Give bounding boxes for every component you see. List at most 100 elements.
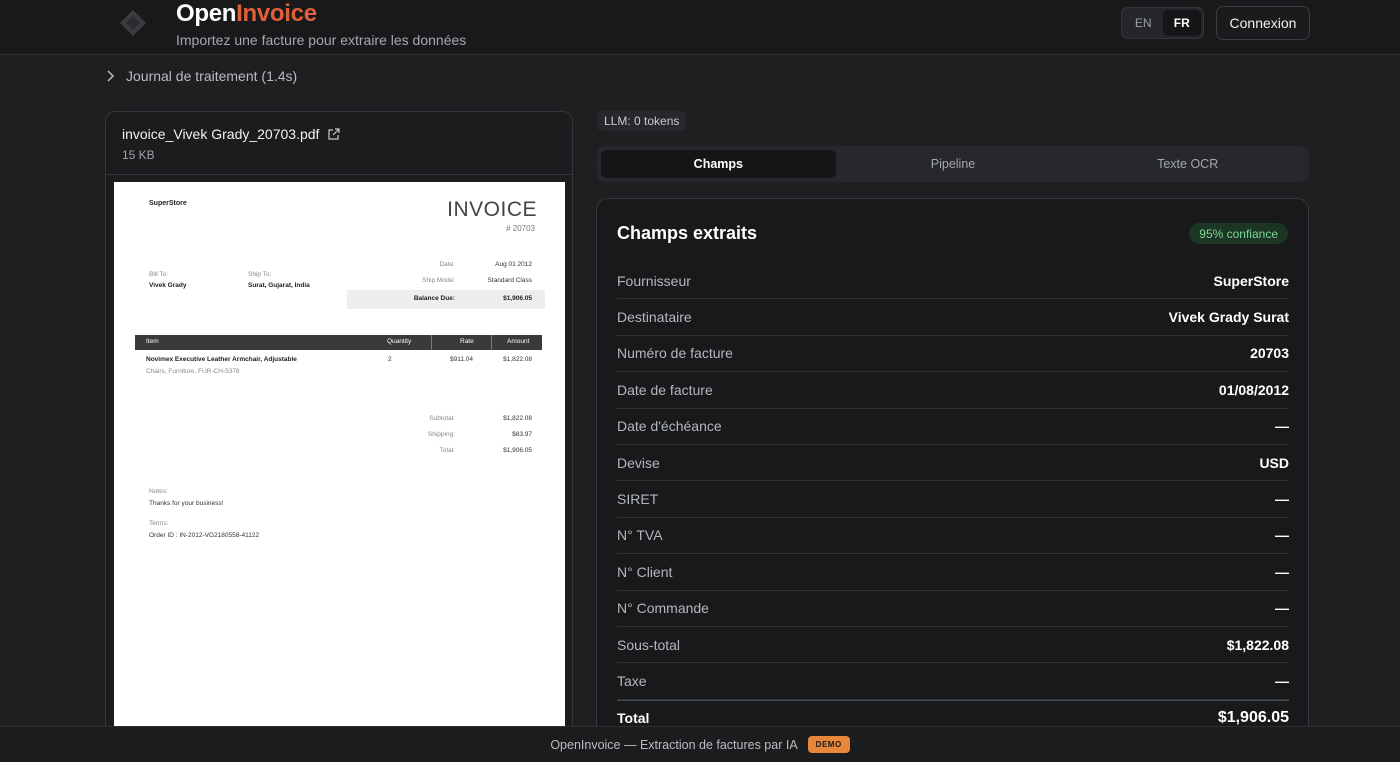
language-switcher: EN FR: [1121, 7, 1204, 39]
external-link-icon[interactable]: [327, 127, 341, 141]
field-label: Total: [617, 710, 650, 727]
total-value: $1,906.05: [503, 447, 532, 454]
invoice-number: # 20703: [506, 224, 535, 233]
brand-part-open: Open: [176, 0, 237, 27]
col-item: Item: [146, 338, 159, 345]
file-name-row: invoice_Vivek Grady_20703.pdf: [122, 126, 556, 142]
item-amount: $1,822.08: [503, 356, 532, 363]
connexion-button[interactable]: Connexion: [1216, 6, 1310, 40]
field-label: Destinataire: [617, 309, 692, 326]
fields-title: Champs extraits: [617, 223, 758, 243]
col-amount: Amount: [507, 338, 530, 345]
field-label: Date d'échéance: [617, 418, 722, 435]
balance-due-label: Balance Due:: [413, 295, 455, 302]
invoice-store: SuperStore: [149, 200, 187, 207]
field-value: $1,906.05: [1217, 709, 1289, 727]
brand-part-invoice: Invoice: [236, 0, 317, 27]
field-value: $1,822.08: [1226, 636, 1289, 653]
bill-to-value: Vivek Grady: [149, 282, 187, 289]
item-rate: $911.04: [450, 356, 474, 363]
lang-en-button[interactable]: EN: [1124, 10, 1163, 36]
chevron-right-icon: [107, 70, 115, 82]
field-value: —: [1275, 672, 1289, 689]
field-row-devise: Devise USD: [617, 445, 1289, 482]
ship-mode-label: Ship Mode:: [422, 277, 455, 284]
field-row-siret: SIRET —: [617, 481, 1289, 518]
field-value: USD: [1259, 454, 1289, 471]
journal-label: Journal de traitement (1.4s): [126, 68, 298, 84]
lang-fr-button[interactable]: FR: [1162, 10, 1201, 36]
llm-token-badge: LLM: 0 tokens: [597, 111, 687, 131]
field-row-commande: N° Commande —: [617, 591, 1289, 627]
balance-due-value: $1,906.05: [503, 295, 532, 302]
confidence-badge: 95% confiance: [1189, 223, 1288, 244]
fields-list: Fournisseur SuperStore Destinataire Vivek …: [617, 263, 1289, 736]
file-card: invoice_Vivek Grady_20703.pdf 15 KB Supe…: [105, 111, 573, 751]
invoice-table-header: Item Quantity Rate Amount: [135, 335, 542, 350]
ship-mode-value: Standard Class: [487, 277, 532, 284]
demo-badge: DEMO: [807, 736, 850, 753]
col-quantity: Quantity: [387, 338, 412, 345]
field-row-client: N° Client —: [617, 554, 1289, 591]
shipping-value: $83.97: [512, 431, 532, 438]
field-value: 01/08/2012: [1218, 381, 1289, 398]
tab-bar: Champs Pipeline Texte OCR: [597, 146, 1309, 182]
notes-label: Notes:: [149, 488, 168, 495]
tab-pipeline[interactable]: Pipeline: [836, 150, 1071, 178]
field-label: Numéro de facture: [617, 345, 733, 362]
col-divider: [491, 335, 492, 350]
field-row-tva: N° TVA —: [617, 518, 1289, 555]
ship-to-label: Ship To:: [248, 271, 272, 278]
field-label: Taxe: [617, 672, 647, 689]
field-value: —: [1275, 491, 1289, 508]
file-header: invoice_Vivek Grady_20703.pdf 15 KB: [106, 112, 572, 175]
field-row-destinataire: Destinataire Vivek Grady Surat: [617, 299, 1289, 336]
field-label: N° Commande: [617, 600, 709, 617]
bill-to-label: Bill To:: [149, 271, 169, 278]
field-value: —: [1275, 527, 1289, 544]
field-label: SIRET: [617, 491, 659, 508]
field-row-numero-facture: Numéro de facture 20703: [617, 336, 1289, 373]
tab-champs[interactable]: Champs: [601, 150, 836, 178]
terms-label: Terms:: [149, 520, 169, 527]
field-value: 20703: [1250, 345, 1289, 362]
brand-title: OpenInvoice: [176, 0, 317, 28]
field-value: —: [1275, 563, 1289, 580]
app-header: OpenInvoice Importez une facture pour ex…: [0, 0, 1400, 55]
field-row-date-echeance: Date d'échéance —: [617, 409, 1289, 445]
field-label: Sous-total: [617, 636, 681, 653]
field-row-date-facture: Date de facture 01/08/2012: [617, 372, 1289, 409]
item-name: Novimex Executive Leather Armchair, Adju…: [146, 356, 297, 363]
item-description: Chairs, Furniture, FUR-CH-5378: [146, 368, 240, 375]
tab-texte-ocr[interactable]: Texte OCR: [1070, 150, 1305, 178]
invoice-preview: SuperStore INVOICE # 20703 Bill To: Vive…: [114, 182, 565, 742]
invoice-title: INVOICE: [447, 198, 537, 221]
notes-value: Thanks for your business!: [149, 500, 224, 507]
date-label: Date:: [439, 261, 455, 268]
file-name: invoice_Vivek Grady_20703.pdf: [122, 126, 320, 142]
field-label: Devise: [617, 454, 660, 471]
field-value: —: [1275, 600, 1289, 617]
shipping-label: Shipping:: [427, 431, 455, 438]
footer-text: OpenInvoice — Extraction de factures par…: [550, 737, 798, 752]
field-value: —: [1275, 418, 1289, 435]
date-value: Aug 01 2012: [495, 261, 532, 268]
field-row-fournisseur: Fournisseur SuperStore: [617, 263, 1289, 300]
field-row-sous-total: Sous-total $1,822.08: [617, 627, 1289, 664]
journal-toggle[interactable]: Journal de traitement (1.4s): [106, 68, 297, 84]
field-label: Date de facture: [617, 381, 713, 398]
field-label: N° TVA: [617, 527, 663, 544]
ship-to-value: Surat, Gujarat, India: [248, 282, 310, 289]
field-value: Vivek Grady Surat: [1168, 309, 1289, 326]
field-label: N° Client: [617, 563, 673, 580]
subtotal-value: $1,822.08: [503, 415, 532, 422]
logo-icon: [120, 10, 146, 36]
header-subtitle: Importez une facture pour extraire les d…: [176, 32, 467, 48]
file-size: 15 KB: [122, 148, 155, 162]
app-footer: OpenInvoice — Extraction de factures par…: [0, 726, 1400, 762]
col-rate: Rate: [460, 338, 474, 345]
extracted-fields-card: Champs extraits 95% confiance Fournisseu…: [596, 198, 1309, 758]
item-quantity: 2: [388, 356, 392, 363]
terms-value: Order ID : IN-2012-VG2180558-41122: [149, 532, 260, 539]
subtotal-label: Subtotal:: [429, 415, 455, 422]
